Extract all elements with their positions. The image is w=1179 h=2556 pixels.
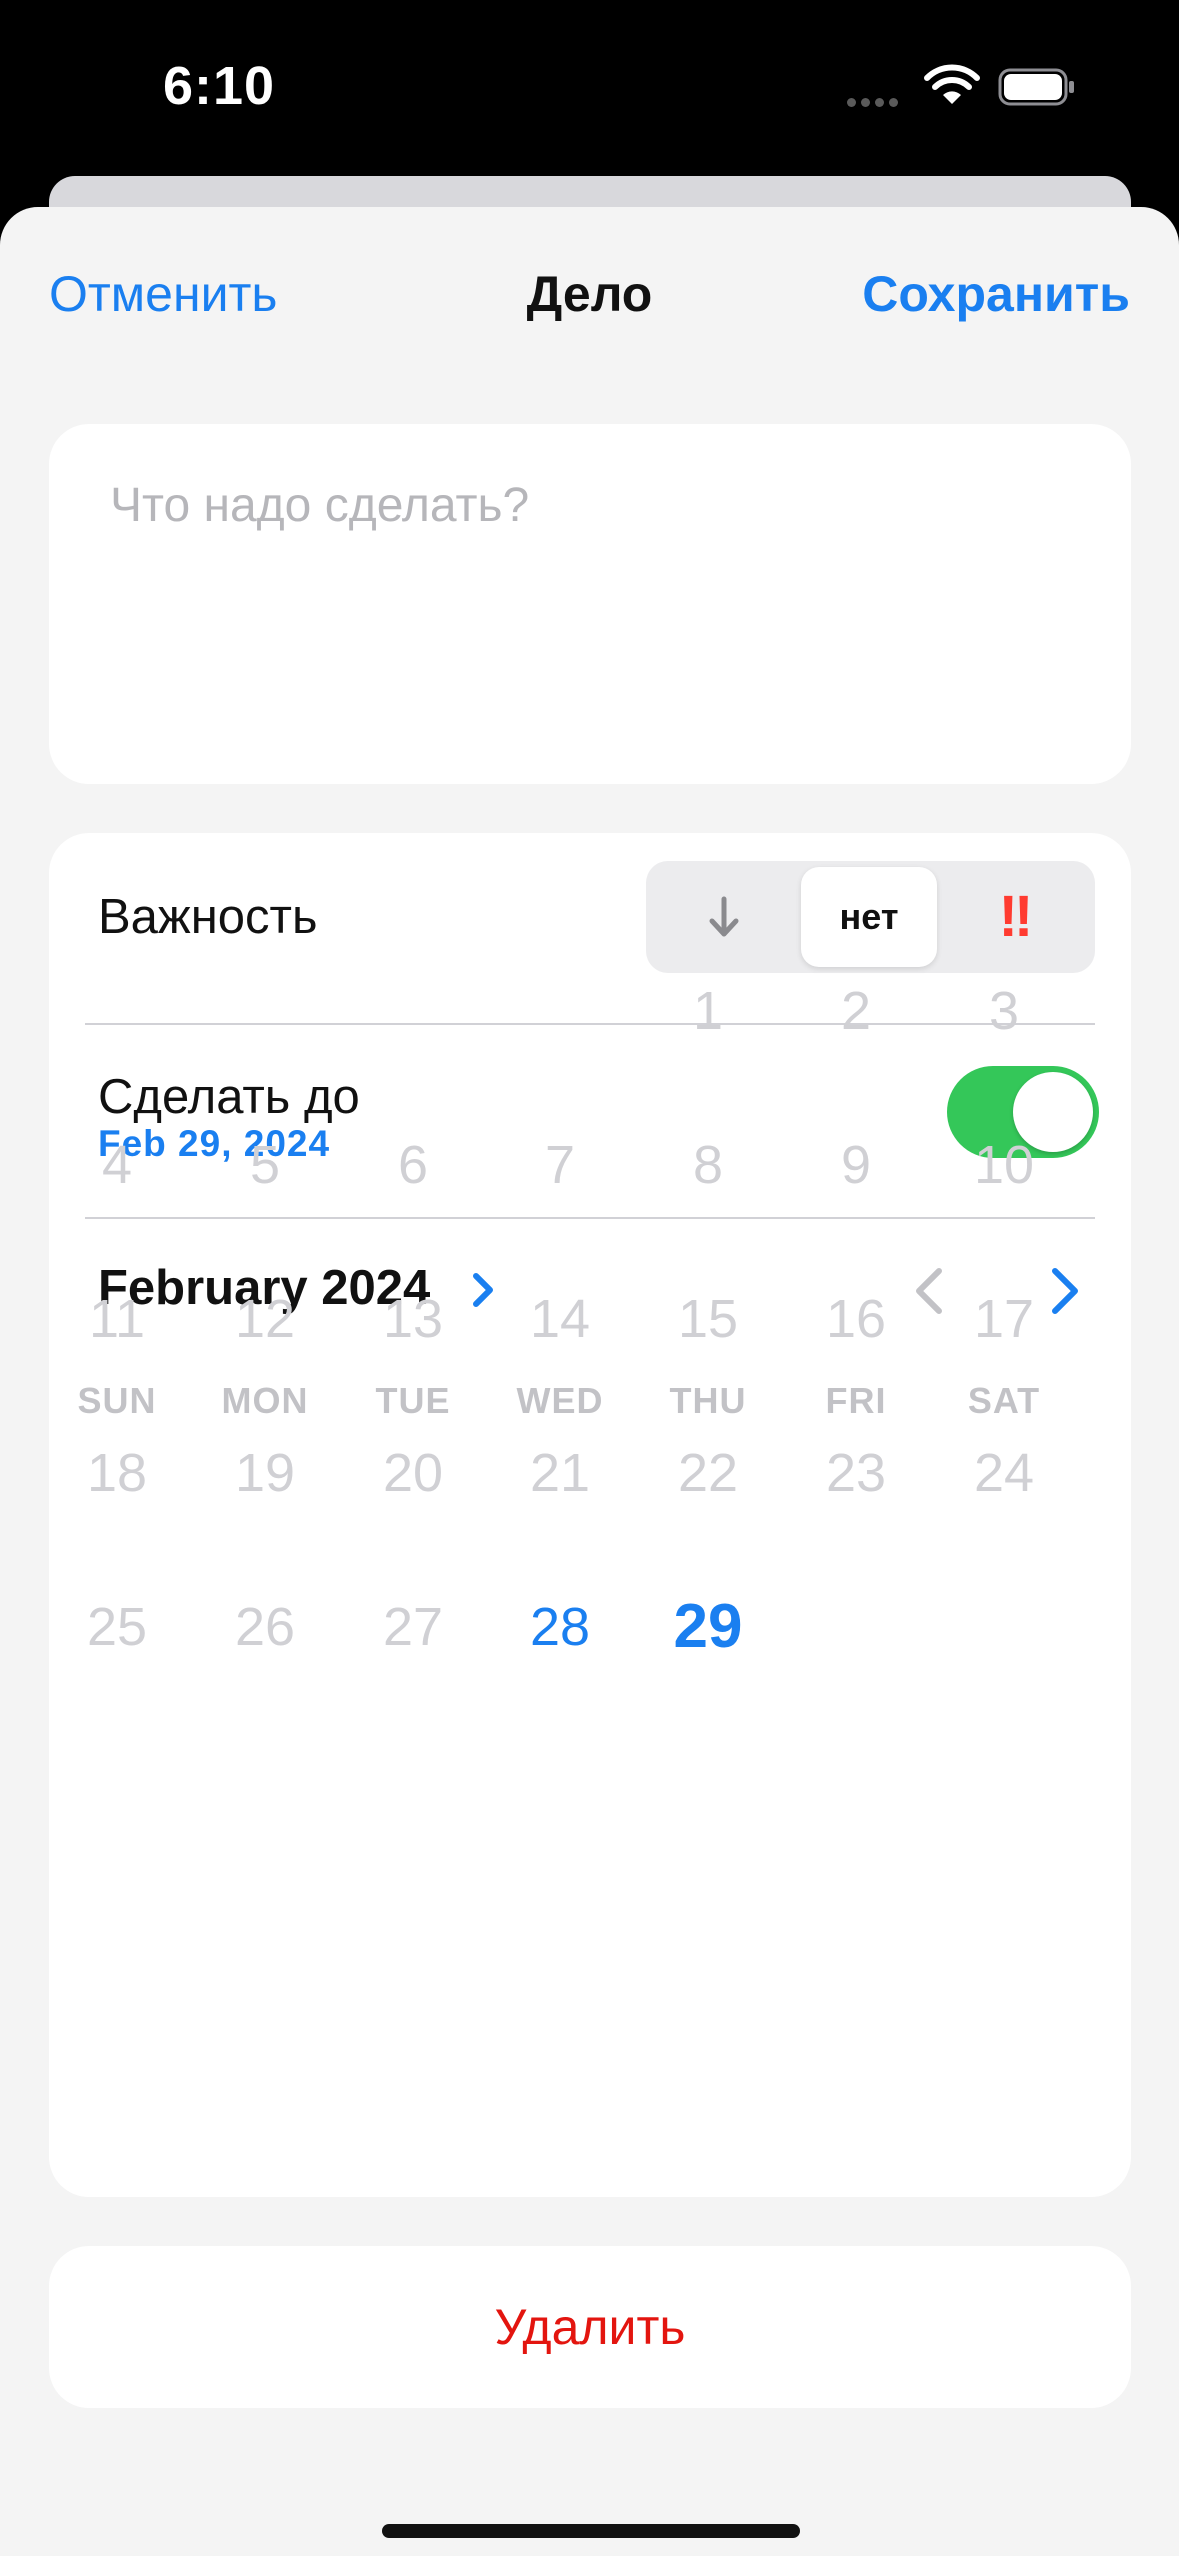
calendar-day[interactable]: 28	[486, 1553, 634, 1701]
calendar-day: 16	[782, 1245, 930, 1393]
calendar-day: 7	[486, 1091, 634, 1239]
calendar-day-number: 20	[382, 1443, 444, 1503]
calendar-day-number: 23	[825, 1443, 887, 1503]
calendar-day: 2	[782, 937, 930, 1085]
calendar-day-number: 13	[382, 1289, 444, 1349]
calendar-day-number: 19	[234, 1443, 296, 1503]
calendar-day: 17	[930, 1245, 1078, 1393]
calendar-day-number: 18	[86, 1443, 148, 1503]
edit-task-sheet: Отменить Дело Сохранить Что надо сделать…	[0, 207, 1179, 2556]
task-text-placeholder: Что надо сделать?	[110, 479, 530, 532]
calendar-day-number: 4	[101, 1135, 133, 1195]
calendar-day: 9	[782, 1091, 930, 1239]
calendar-day: 8	[634, 1091, 782, 1239]
calendar-day-number: 22	[677, 1443, 739, 1503]
calendar-day: 14	[486, 1245, 634, 1393]
calendar-day: 21	[486, 1399, 634, 1547]
calendar-day: 19	[191, 1399, 339, 1547]
cellular-signal-icon	[847, 94, 907, 107]
calendar-day: 22	[634, 1399, 782, 1547]
settings-card: Важность нет !! Сделать до Feb 29, 2024 …	[49, 833, 1131, 2197]
delete-label: Удалить	[494, 2299, 686, 2355]
home-indicator	[382, 2524, 800, 2538]
calendar-day: 23	[782, 1399, 930, 1547]
calendar-day-number: 24	[973, 1443, 1035, 1503]
calendar-day: 4	[49, 1091, 191, 1239]
calendar-day-number: 7	[544, 1135, 576, 1195]
wifi-icon	[924, 64, 980, 104]
calendar-day: 10	[930, 1091, 1078, 1239]
status-time: 6:10	[163, 56, 276, 116]
calendar-day: 18	[49, 1399, 191, 1547]
calendar-day-number: 17	[973, 1289, 1035, 1349]
calendar-day-number: 27	[382, 1597, 444, 1657]
calendar-day: 26	[191, 1553, 339, 1701]
calendar-day: 1	[634, 937, 782, 1085]
calendar-day: 5	[191, 1091, 339, 1239]
calendar-day: 3	[930, 937, 1078, 1085]
calendar-day-number: 16	[825, 1289, 887, 1349]
calendar-day-number: 8	[692, 1135, 724, 1195]
calendar-day-number: 3	[988, 981, 1020, 1041]
calendar-day-number: 1	[692, 981, 724, 1041]
save-button[interactable]: Сохранить	[862, 265, 1130, 323]
task-text-field[interactable]: Что надо сделать?	[49, 424, 1131, 784]
calendar-day-number: 11	[88, 1289, 146, 1349]
calendar-day-number: 14	[529, 1289, 591, 1349]
calendar-day: 11	[49, 1245, 191, 1393]
calendar-day: 24	[930, 1399, 1078, 1547]
status-bar: 6:10	[0, 0, 1179, 175]
calendar-day: 25	[49, 1553, 191, 1701]
calendar-day: 15	[634, 1245, 782, 1393]
delete-button[interactable]: Удалить	[49, 2246, 1131, 2408]
battery-icon	[998, 68, 1074, 106]
calendar-day-number: 21	[529, 1443, 591, 1503]
calendar-day-number: 26	[234, 1597, 296, 1657]
calendar-day-number: 10	[973, 1135, 1035, 1195]
calendar-day: 6	[339, 1091, 487, 1239]
calendar-day-number: 15	[677, 1289, 739, 1349]
calendar-day-number: 9	[840, 1135, 872, 1195]
calendar-day-number: 28	[529, 1597, 591, 1657]
calendar-day-number: 2	[840, 981, 872, 1041]
calendar-day-selected[interactable]: 29	[634, 1553, 782, 1701]
calendar-day-number: 29	[673, 1592, 743, 1661]
calendar-day: 12	[191, 1245, 339, 1393]
calendar-day: 13	[339, 1245, 487, 1393]
calendar-day: 20	[339, 1399, 487, 1547]
calendar-day-number: 6	[397, 1135, 429, 1195]
calendar-day-number: 25	[86, 1597, 148, 1657]
calendar-day: 27	[339, 1553, 487, 1701]
calendar-day-number: 5	[249, 1135, 281, 1195]
importance-label: Важность	[98, 890, 318, 944]
calendar-day-number: 12	[234, 1289, 296, 1349]
